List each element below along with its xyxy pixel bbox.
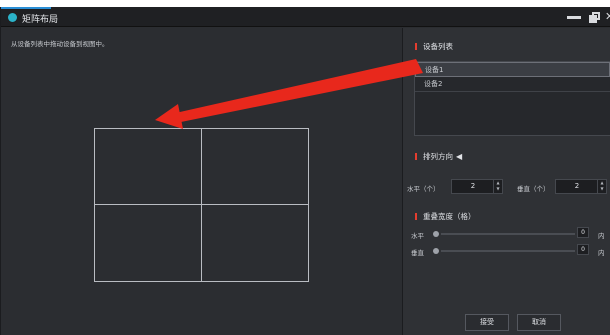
section-mark <box>415 153 417 160</box>
overlap-horizontal-slider[interactable] <box>441 233 575 235</box>
overlap-vertical-slider-thumb[interactable] <box>433 248 439 254</box>
title-accent-bar <box>1 7 51 9</box>
overlap-vertical-value[interactable]: 0 <box>577 244 589 255</box>
minimize-icon[interactable] <box>567 16 581 19</box>
overlap-horizontal-slider-thumb[interactable] <box>433 231 439 237</box>
arrange-title: 排列方向 <box>423 152 453 161</box>
device-list[interactable]: 设备1 设备2 <box>414 61 610 136</box>
app-icon <box>8 13 17 22</box>
vertical-count-value[interactable]: 2 <box>556 180 598 193</box>
grid-cell[interactable] <box>201 129 308 205</box>
horizontal-count-stepper[interactable]: 2 ▲ ▼ <box>451 179 503 194</box>
window-title: 矩阵布局 <box>22 15 59 25</box>
overlap-horizontal-label: 水平 <box>411 232 424 240</box>
vertical-count-stepper[interactable]: 2 ▲ ▼ <box>555 179 607 194</box>
overlap-horizontal-unit: 内 <box>598 232 605 240</box>
arrange-heading: 排列方向 ◀ <box>415 151 462 162</box>
section-mark <box>415 43 417 50</box>
device-list-item[interactable]: 设备1 <box>415 62 610 77</box>
grid-cell[interactable] <box>95 129 202 205</box>
horizontal-count-label: 水平（个） <box>407 185 440 193</box>
device-list-heading: 设备列表 <box>415 41 453 52</box>
cancel-button[interactable]: 取消 <box>517 314 561 331</box>
title-bar: 矩阵布局 ✕ <box>1 7 610 27</box>
device-list-item[interactable]: 设备2 <box>415 77 610 92</box>
overlap-horizontal-value[interactable]: 0 <box>577 227 589 238</box>
decrement-icon[interactable]: ▼ <box>494 186 502 192</box>
section-mark <box>415 213 417 220</box>
close-icon[interactable]: ✕ <box>605 10 610 24</box>
overlap-vertical-unit: 内 <box>598 249 605 257</box>
overlap-title: 重叠宽度（格） <box>423 212 476 221</box>
grid-cell[interactable] <box>202 205 309 281</box>
overlap-vertical-slider[interactable] <box>441 250 575 252</box>
collapse-triangle-icon[interactable]: ◀ <box>456 152 462 161</box>
drag-hint-text: 从设备列表中拖动设备到视图中。 <box>11 40 109 48</box>
matrix-layout-window: 矩阵布局 ✕ 从设备列表中拖动设备到视图中。 设备列表 设备1 设备2 排列方向… <box>0 7 610 335</box>
overlap-vertical-label: 垂直 <box>411 249 424 257</box>
overlap-heading: 重叠宽度（格） <box>415 211 476 222</box>
settings-pane: 设备列表 设备1 设备2 排列方向 ◀ 水平（个） 2 ▲ ▼ 垂直（个） 2 ▲… <box>403 28 610 335</box>
ok-button[interactable]: 接受 <box>465 314 509 331</box>
device-list-title: 设备列表 <box>423 42 453 51</box>
restore-icon[interactable] <box>589 12 600 23</box>
grid-cell[interactable] <box>95 205 202 281</box>
layout-view-pane: 从设备列表中拖动设备到视图中。 <box>1 28 402 335</box>
matrix-grid[interactable] <box>94 128 309 282</box>
decrement-icon[interactable]: ▼ <box>598 186 606 192</box>
vertical-count-label: 垂直（个） <box>517 185 550 193</box>
horizontal-count-value[interactable]: 2 <box>452 180 494 193</box>
